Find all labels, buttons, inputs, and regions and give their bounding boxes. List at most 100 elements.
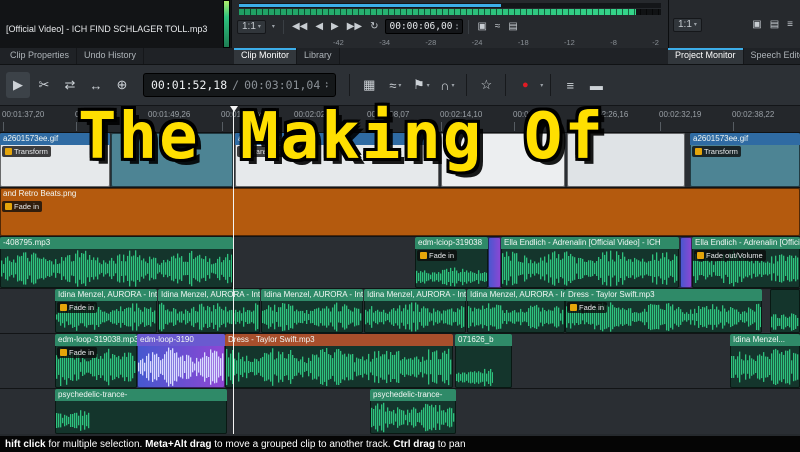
timeline-clip[interactable]: and Retro Beats.pngFade in	[0, 188, 800, 236]
multicam-tool-button[interactable]: ⊕	[110, 72, 134, 98]
chevron-down-icon: ▾	[272, 24, 275, 30]
timeline-clip[interactable]: Dress - Taylor Swift.mp3 Fade in	[565, 289, 762, 333]
timeline-clip[interactable]: a2601573ee.gifTransform	[690, 133, 800, 187]
timeline-timecode[interactable]: 00:01:52,18 / 00:03:01,04 ▴▾	[143, 73, 336, 97]
timeline-clip[interactable]: edm-loop-3190	[137, 334, 225, 388]
monitor-timecode[interactable]: 00:00:06,00 ▴▾	[385, 19, 464, 34]
frame-forward-button[interactable]: ▶▶	[344, 20, 365, 34]
zoom-value: 1:1	[242, 22, 256, 32]
effect-badge[interactable]: Fade in	[567, 302, 607, 313]
clip-name: Dress - Taylor Swift.mp3	[565, 289, 762, 301]
timeline-clip[interactable]: edm-loop-319038.mp3Fade in	[55, 334, 137, 388]
monitor-zoom-select[interactable]: 1:1 ▾	[237, 20, 266, 34]
monitor-menu-button[interactable]: ≡	[784, 18, 796, 32]
timeline-clip[interactable]	[441, 133, 565, 187]
spacer-tool-button[interactable]: ⇄	[58, 72, 82, 98]
effect-badge-label: Transform	[704, 147, 738, 156]
monitor-dropdown-button[interactable]: ▾	[269, 22, 278, 32]
timeline-clip[interactable]	[567, 133, 685, 187]
ruler-tick: 00:02:26,16	[586, 110, 628, 119]
effect-badge[interactable]: Transform	[2, 146, 51, 157]
audio-scrub-button[interactable]: ≈	[492, 20, 504, 34]
timeline-clip[interactable]: -408795.mp3	[0, 237, 233, 288]
project-zoom-select[interactable]: 1:1 ▾	[673, 18, 702, 32]
timeline-clip[interactable]	[770, 289, 800, 333]
db-scale-label: -12	[564, 38, 575, 47]
effect-badge-label: Fade in	[579, 303, 604, 312]
clip-name: Idina Menzel...	[730, 334, 800, 346]
timeline-clip[interactable]: psychedelic-trance-	[55, 389, 227, 434]
clip-name: psychedelic-trance-	[370, 389, 456, 401]
video-thumbnails-button[interactable]: ▦	[357, 72, 381, 98]
selection-tool-button[interactable]: ▶	[6, 72, 30, 98]
effect-badge[interactable]: Fade in	[57, 302, 97, 313]
spinner-icons[interactable]: ▴▾	[455, 23, 458, 31]
slip-tool-button[interactable]: ↔	[84, 72, 108, 98]
seekbar-progress	[239, 4, 501, 7]
effect-badge[interactable]: Transform	[692, 146, 741, 157]
tab-undo-history[interactable]: Undo History	[77, 48, 144, 64]
markers-menu-button[interactable]: ⚑▾	[409, 72, 433, 98]
effect-badge[interactable]: Fade in	[417, 250, 457, 261]
go-to-zone-start-button[interactable]: ◀◀	[289, 20, 310, 34]
audio-mixer-button[interactable]: ≡	[558, 72, 582, 98]
spinner-down-icon[interactable]: ▾	[325, 85, 328, 89]
audio-record-button[interactable]: ●	[513, 72, 537, 98]
play-button[interactable]: ▶	[328, 20, 342, 34]
timeline-clip[interactable]: Idina Menzel, AURORA - Int	[467, 289, 565, 333]
separator	[283, 20, 284, 34]
effect-badge[interactable]: Fade in	[2, 201, 42, 212]
spinner-down-icon[interactable]: ▾	[455, 27, 458, 31]
snapping-button[interactable]: ∩▾	[435, 72, 459, 98]
subtitle-tool-button[interactable]: ▬	[584, 72, 608, 98]
track-video-1-title: and Retro Beats.pngFade in	[0, 188, 800, 236]
timeline-clip[interactable]: Ella Endlich - Adrenalin [Official Video…	[501, 237, 679, 288]
ruler-tick: 00:02:08,07	[367, 110, 409, 119]
zone-mode-button[interactable]: ▣	[474, 20, 489, 34]
timeline-clip[interactable]: Idina Menzel, AURORA - Int	[364, 289, 466, 333]
timeline-ruler[interactable]: 00:01:37,2000:01:43,2300:01:49,2600:01:5…	[0, 106, 800, 133]
db-scale: -42-34-28-24-18-12-8-2	[237, 37, 663, 47]
timeline-clip[interactable]	[488, 237, 501, 288]
razor-tool-button[interactable]: ✂	[32, 72, 56, 98]
waveform	[771, 312, 799, 332]
spinner-icons[interactable]: ▴▾	[325, 81, 328, 89]
monitor-seekbar[interactable]	[239, 3, 661, 8]
audio-thumbnails-button[interactable]: ≈▾	[383, 72, 407, 98]
effect-icon	[240, 148, 247, 155]
tab-speech-editor[interactable]: Speech Editor	[744, 48, 800, 64]
effect-icon	[5, 203, 12, 210]
effect-badge[interactable]: Transform	[237, 146, 286, 157]
timeline-clip[interactable]: Idina Menzel, AURORA - IntFade in	[55, 289, 157, 333]
effect-badge-label: Fade in	[69, 303, 94, 312]
tab-clip-properties[interactable]: Clip Properties	[3, 48, 77, 64]
timeline-clip[interactable]: Idina Menzel, AURORA - Int	[158, 289, 260, 333]
overlay-button[interactable]: ▤	[767, 18, 782, 32]
tab-project-monitor[interactable]: Project Monitor	[668, 48, 744, 64]
ruler-tick: 00:01:56,04	[221, 110, 263, 119]
timeline-clip[interactable]: edm-lciop-319038Fade in	[415, 237, 488, 288]
timeline-clip[interactable]: Idina Menzel...	[730, 334, 800, 388]
frame-back-button[interactable]: ◀	[312, 20, 326, 34]
timeline-clip[interactable]	[111, 133, 233, 187]
ruler-tick: 00:02:02,07	[294, 110, 336, 119]
effect-badge[interactable]: Fade in	[57, 347, 97, 358]
track-audio-1: -408795.mp3 edm-lciop-319038Fade in Ella E…	[0, 237, 800, 288]
timeline-clip[interactable]: psychedelic-trance-	[370, 389, 456, 434]
timeline-clip[interactable]: 071626_b	[455, 334, 512, 388]
zone-mode-button[interactable]: ▣	[749, 18, 764, 32]
timeline-clip[interactable]	[680, 237, 692, 288]
loop-zone-button[interactable]: ↻	[367, 20, 381, 34]
playhead[interactable]	[233, 106, 234, 434]
monitor-overlay-button[interactable]: ▤	[505, 20, 520, 34]
favorite-effects-button[interactable]: ☆	[474, 72, 498, 98]
waveform	[371, 402, 455, 433]
timeline-clip[interactable]: Ella Endlich - Adrenalin [OfficiaFade ou…	[692, 237, 800, 288]
timeline-clip[interactable]: Dress - Taylor Swift.mp3	[225, 334, 453, 388]
timeline-clip[interactable]: a2601573ee.gifTransform	[0, 133, 110, 187]
effect-badge[interactable]: Fade out/Volume	[694, 250, 766, 261]
timeline-clip[interactable]: Idina Menzel, AURORA - Int	[261, 289, 363, 333]
timeline-clip[interactable]: a2601573ee.gifTransform	[235, 133, 439, 187]
tab-library[interactable]: Library	[297, 48, 340, 64]
tab-clip-monitor[interactable]: Clip Monitor	[234, 48, 297, 64]
